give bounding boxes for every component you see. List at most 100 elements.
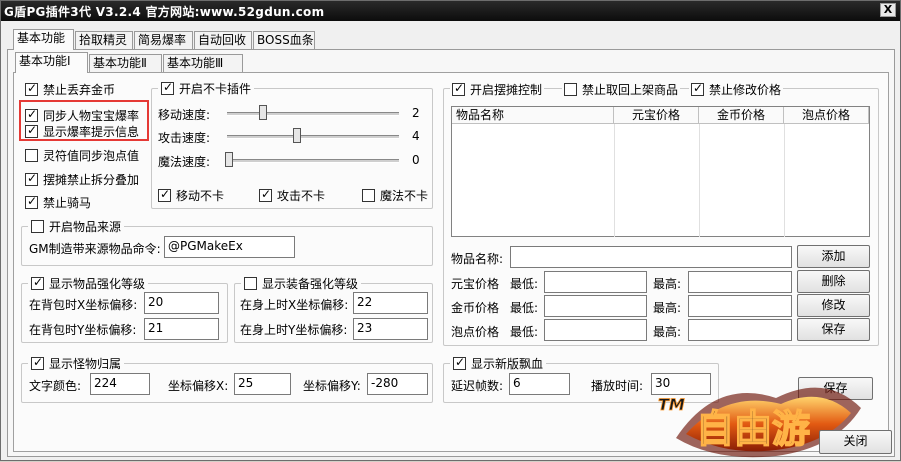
tab-auto-recycle[interactable]: 自动回收 [194, 31, 252, 50]
checkbox[interactable] [453, 355, 466, 370]
tab-basic-function-1[interactable]: 基本功能Ⅰ [15, 52, 88, 73]
checkbox[interactable] [25, 81, 38, 96]
gold-price-label: 金币价格 [451, 301, 500, 315]
move-speed-track [227, 112, 399, 116]
option-label: 攻击不卡 [277, 188, 326, 203]
body-x-offset-input[interactable]: 22 [353, 292, 428, 314]
bag-x-offset-label: 在背包时X坐标偏移: [29, 298, 138, 312]
floating-blood-group-title[interactable]: 显示新版飘血 [450, 355, 547, 372]
column-header-points-price[interactable]: 泡点价格 [784, 107, 869, 124]
option-no-riding[interactable]: 禁止骑马 [25, 194, 91, 210]
option-no-drop-gold[interactable]: 禁止丢弃金币 [25, 81, 115, 97]
option-stall-control[interactable]: 开启摆摊控制 [450, 81, 545, 97]
column-header-gold-price[interactable]: 金币价格 [699, 107, 784, 124]
option-label: 禁止骑马 [43, 195, 92, 210]
close-window-button[interactable]: X [880, 3, 896, 17]
option-no-edit-price[interactable]: 禁止修改价格 [689, 81, 784, 97]
offset-y-input[interactable]: -280 [367, 373, 428, 395]
title-bar[interactable]: G盾PG插件3代 V3.2.4 官方网站:www.52gdun.com X [1, 1, 900, 21]
gold-min-input[interactable] [544, 295, 647, 317]
monster-owner-group-title[interactable]: 显示怪物归属 [28, 355, 125, 372]
body-y-offset-input[interactable]: 23 [353, 318, 428, 340]
tab-boss-hpbar[interactable]: BOSS血条 [253, 31, 315, 50]
gold-min-label: 最低: [510, 301, 539, 315]
move-speed-label: 移动速度: [158, 108, 211, 122]
checkbox[interactable] [691, 81, 704, 96]
checkbox[interactable] [31, 275, 44, 290]
column-header-yuanbao-price[interactable]: 元宝价格 [614, 107, 699, 124]
option-attack-no-lag[interactable]: 攻击不卡 [259, 187, 325, 203]
checkbox[interactable] [25, 171, 38, 186]
checkbox[interactable] [25, 148, 38, 162]
stall-item-table[interactable]: 物品名称 元宝价格 金币价格 泡点价格 [451, 106, 870, 237]
checkbox[interactable] [158, 187, 171, 202]
attack-speed-value: 4 [412, 129, 420, 143]
group-title-label: 显示物品强化等级 [49, 277, 146, 291]
bag-y-offset-input[interactable]: 21 [144, 318, 219, 340]
gm-command-input[interactable]: @PGMakeEx [164, 236, 295, 258]
checkbox[interactable] [161, 80, 174, 95]
tab-simple-drop-rate[interactable]: 简易爆率 [134, 31, 193, 50]
checkbox[interactable] [31, 355, 44, 370]
option-magic-no-lag[interactable]: 魔法不卡 [362, 187, 428, 203]
text-color-label: 文字颜色: [29, 379, 82, 393]
item-strength-group-title[interactable]: 显示物品强化等级 [28, 275, 149, 292]
checkbox[interactable] [259, 187, 272, 202]
delay-frames-label: 延迟帧数: [451, 379, 504, 393]
checkbox[interactable] [31, 220, 44, 233]
option-no-retrieve-listed[interactable]: 禁止取回上架商品 [562, 81, 681, 97]
column-header-item-name[interactable]: 物品名称 [452, 107, 614, 124]
tab-pickup-sprite[interactable]: 拾取精灵 [75, 31, 133, 50]
tab-basic-function[interactable]: 基本功能 [13, 29, 74, 50]
yuanbao-max-input[interactable] [688, 271, 792, 293]
offset-x-input[interactable]: 25 [234, 373, 291, 395]
highlight-box [19, 100, 149, 141]
window-title: G盾PG插件3代 V3.2.4 官方网站:www.52gdun.com [4, 5, 325, 19]
modify-button[interactable]: 修改 [797, 294, 870, 317]
delay-frames-input[interactable]: 6 [509, 373, 570, 395]
tab-basic-function-2[interactable]: 基本功能Ⅱ [89, 54, 162, 73]
attack-speed-label: 攻击速度: [158, 131, 211, 145]
points-price-label: 泡点价格 [451, 325, 500, 339]
stall-save-button[interactable]: 保存 [797, 318, 870, 341]
option-stall-no-split[interactable]: 摆摊禁止拆分叠加 [25, 171, 139, 187]
gold-max-input[interactable] [688, 295, 792, 317]
checkbox[interactable] [452, 81, 465, 96]
checkbox[interactable] [362, 188, 375, 202]
magic-speed-slider[interactable] [225, 152, 233, 167]
option-label: 摆摊禁止拆分叠加 [43, 172, 140, 187]
attack-speed-slider[interactable] [293, 128, 301, 143]
speed-group-title[interactable]: 开启不卡插件 [158, 80, 255, 97]
column-divider [784, 124, 785, 237]
option-sync-talisman[interactable]: 灵符值同步泡点值 [25, 147, 139, 163]
group-title-label: 开启物品来源 [49, 220, 122, 234]
tab-basic-function-3[interactable]: 基本功能Ⅲ [163, 54, 243, 73]
points-min-label: 最低: [510, 325, 539, 339]
text-color-input[interactable]: 224 [90, 373, 150, 395]
option-label: 开启摆摊控制 [470, 82, 543, 97]
points-min-input[interactable] [544, 319, 647, 341]
move-speed-slider[interactable] [259, 105, 267, 120]
points-max-input[interactable] [688, 319, 792, 341]
add-button[interactable]: 添加 [797, 245, 870, 268]
attack-speed-track [227, 135, 399, 139]
magic-speed-value: 0 [412, 153, 420, 167]
option-label: 禁止取回上架商品 [582, 82, 679, 97]
delete-button[interactable]: 删除 [797, 270, 870, 293]
column-divider [699, 124, 700, 237]
checkbox[interactable] [564, 82, 577, 96]
yuanbao-min-label: 最低: [510, 277, 539, 291]
yuanbao-min-input[interactable] [544, 271, 647, 293]
option-move-no-lag[interactable]: 移动不卡 [158, 187, 224, 203]
checkbox[interactable] [244, 277, 257, 290]
body-x-offset-label: 在身上时X坐标偏移: [240, 298, 349, 312]
item-name-input[interactable] [510, 246, 792, 268]
item-source-group-title[interactable]: 开启物品来源 [28, 218, 125, 235]
checkbox[interactable] [25, 194, 38, 209]
option-label: 灵符值同步泡点值 [43, 148, 140, 163]
bag-x-offset-input[interactable]: 20 [144, 292, 219, 314]
equip-strength-group-title[interactable]: 显示装备强化等级 [241, 275, 362, 292]
close-button[interactable]: 关闭 [819, 430, 892, 454]
magic-speed-label: 魔法速度: [158, 155, 211, 169]
move-speed-value: 2 [412, 106, 420, 120]
